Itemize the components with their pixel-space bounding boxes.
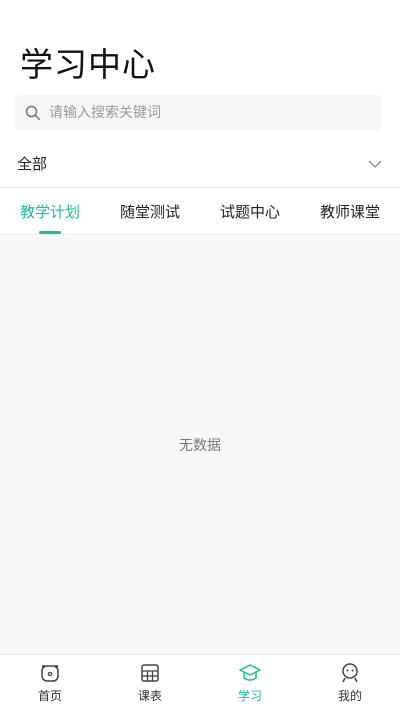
page-title: 学习中心	[20, 45, 156, 84]
tabbar-label-study: 学习	[237, 689, 262, 703]
tabbar-label-home: 首页	[37, 689, 62, 703]
tab-bar: 教学计划 随堂测试 试题中心 教师课堂	[0, 189, 400, 235]
chevron-down-icon	[368, 160, 382, 168]
tab-teaching-plan[interactable]: 教学计划	[0, 189, 100, 234]
calendar-icon	[141, 664, 159, 682]
user-icon	[342, 663, 358, 683]
tabbar-item-study[interactable]: 学习	[200, 655, 300, 712]
search-input[interactable]	[47, 103, 351, 122]
bottom-tab-bar: 首页 课表 学习 我的	[0, 654, 400, 712]
graduation-cap-icon	[239, 664, 261, 681]
home-icon	[41, 665, 59, 682]
filter-label: 全部	[17, 155, 48, 173]
search-bar[interactable]	[15, 95, 382, 130]
tab-question-center[interactable]: 试题中心	[200, 189, 300, 234]
filter-dropdown[interactable]: 全部	[0, 140, 400, 188]
tabbar-label-schedule: 课表	[137, 689, 162, 703]
search-icon	[25, 105, 41, 120]
tabbar-label-mine: 我的	[337, 689, 362, 703]
tabbar-item-home[interactable]: 首页	[0, 655, 100, 712]
app-root: 学习中心 全部 教学计划 随堂测试 试题中心 教师课堂 无数据 首页	[0, 0, 400, 712]
tab-teacher-class[interactable]: 教师课堂	[300, 189, 400, 234]
content-area: 无数据	[0, 236, 400, 654]
tab-class-quiz[interactable]: 随堂测试	[100, 189, 200, 234]
tabbar-item-mine[interactable]: 我的	[300, 655, 400, 712]
header: 学习中心	[0, 0, 400, 90]
empty-state-text: 无数据	[179, 438, 221, 454]
tabbar-item-schedule[interactable]: 课表	[100, 655, 200, 712]
